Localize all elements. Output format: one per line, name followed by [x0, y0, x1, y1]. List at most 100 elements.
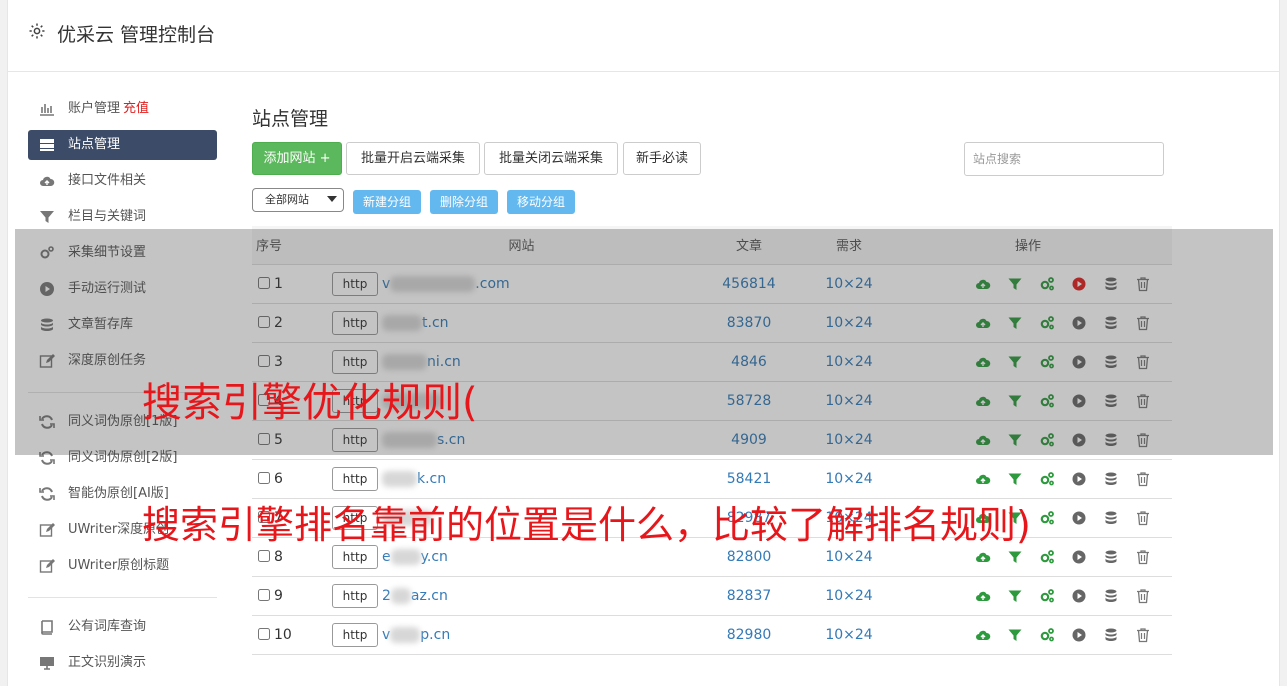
play-circle-icon[interactable] [1071, 549, 1087, 565]
cloud-upload-icon[interactable] [975, 471, 991, 487]
ops-cell [919, 576, 1172, 616]
sidebar-item-label: UWriter原创标题 [68, 558, 170, 573]
chevron-down-icon [327, 196, 337, 202]
row-number-cell: 6 [252, 459, 324, 499]
trash-icon[interactable] [1135, 471, 1151, 487]
row-number: 10 [274, 626, 292, 643]
monitor-icon [38, 655, 56, 671]
ops-cell [919, 459, 1172, 499]
protocol-badge[interactable]: http [332, 622, 378, 647]
add-site-button[interactable]: 添加网站 + [252, 142, 342, 175]
article-count[interactable]: 58421 [719, 459, 779, 499]
site-prefix[interactable]: v [382, 627, 390, 643]
site-suffix[interactable]: k.cn [417, 471, 446, 487]
table-row: 9 http 2 az.cn 82837 10×24 [252, 576, 1172, 616]
cloud-upload-icon[interactable] [975, 588, 991, 604]
redacted-domain [390, 587, 411, 604]
filter-icon[interactable] [1007, 588, 1023, 604]
sidebar-item[interactable]: 站点管理 [28, 130, 217, 160]
site-suffix[interactable]: az.cn [411, 588, 448, 604]
refresh-icon [38, 486, 56, 502]
recharge-link[interactable]: 充值 [123, 101, 149, 116]
sidebar-item-label: 公有词库查询 [68, 619, 147, 634]
batch-close-cloud-button[interactable]: 批量关闭云端采集 [484, 142, 618, 175]
play-circle-icon[interactable] [1071, 510, 1087, 526]
sidebar-item[interactable]: 正文识别演示 [28, 648, 217, 684]
filter-icon[interactable] [1007, 627, 1023, 643]
row-number-cell: 9 [252, 576, 324, 616]
redacted-domain [382, 470, 417, 487]
protocol-badge[interactable]: http [332, 583, 378, 608]
row-number: 6 [274, 470, 283, 487]
demand-value[interactable]: 10×24 [779, 459, 919, 499]
beginner-guide-button[interactable]: 新手必读 [623, 142, 701, 175]
play-circle-icon[interactable] [1071, 588, 1087, 604]
row-checkbox[interactable] [258, 549, 270, 562]
trash-icon[interactable] [1135, 510, 1151, 526]
row-checkbox[interactable] [258, 471, 270, 484]
sidebar-divider [28, 597, 217, 598]
trash-icon[interactable] [1135, 549, 1151, 565]
demand-value[interactable]: 10×24 [779, 576, 919, 616]
trash-icon[interactable] [1135, 627, 1151, 643]
demand-value[interactable]: 10×24 [779, 615, 919, 655]
gears-icon[interactable] [1039, 549, 1055, 565]
filter-icon [38, 209, 56, 225]
sidebar-item[interactable]: 账户管理 充值 [28, 94, 217, 130]
row-number: 8 [274, 548, 283, 565]
filter-icon[interactable] [1007, 471, 1023, 487]
cloud-upload-icon[interactable] [975, 627, 991, 643]
group-select-value: 全部网站 [265, 193, 309, 206]
site-cell: http k.cn [324, 459, 719, 499]
move-group-button[interactable]: 移动分组 [507, 190, 575, 214]
play-circle-icon[interactable] [1071, 627, 1087, 643]
cloud-upload-icon [38, 173, 56, 189]
database-icon[interactable] [1103, 588, 1119, 604]
sidebar-item-label: 接口文件相关 [68, 173, 147, 188]
site-prefix[interactable]: e [382, 549, 391, 565]
batch-open-cloud-button[interactable]: 批量开启云端采集 [346, 142, 480, 175]
row-number-cell: 10 [252, 615, 324, 655]
sidebar-item-label: 站点管理 [68, 137, 121, 152]
sidebar-item-label: 栏目与关键词 [68, 209, 147, 224]
protocol-badge[interactable]: http [332, 466, 378, 491]
gears-icon[interactable] [1039, 510, 1055, 526]
edit-icon [38, 522, 56, 538]
cloud-upload-icon[interactable] [975, 549, 991, 565]
gears-icon[interactable] [1039, 627, 1055, 643]
sidebar-item[interactable]: UWriter原创标题 [28, 551, 217, 587]
caption-line-2: 搜索引擎排名靠前的位置是什么，比较了解排名规则) [142, 503, 1031, 547]
site-suffix[interactable]: p.cn [420, 627, 450, 643]
row-checkbox[interactable] [258, 627, 270, 640]
bar-chart-icon [38, 101, 56, 117]
gears-icon[interactable] [1039, 588, 1055, 604]
site-prefix[interactable]: 2 [382, 588, 391, 604]
table-row: 6 http k.cn 58421 10×24 [252, 459, 1172, 499]
group-select[interactable]: 全部网站 [252, 188, 344, 212]
article-count[interactable]: 82980 [719, 615, 779, 655]
play-circle-icon[interactable] [1071, 471, 1087, 487]
database-icon[interactable] [1103, 549, 1119, 565]
table-row: 10 http v p.cn 82980 10×24 [252, 615, 1172, 655]
database-icon[interactable] [1103, 627, 1119, 643]
new-group-button[interactable]: 新建分组 [353, 190, 421, 214]
site-suffix[interactable]: y.cn [421, 549, 448, 565]
gear-icon [28, 22, 46, 40]
book-icon [38, 619, 56, 635]
redacted-domain [390, 548, 421, 565]
database-icon[interactable] [1103, 510, 1119, 526]
app-title: 优采云 管理控制台 [57, 24, 216, 46]
filter-icon[interactable] [1007, 549, 1023, 565]
sidebar-item[interactable]: 公有词库查询 [28, 612, 217, 648]
edit-icon [38, 558, 56, 574]
database-icon[interactable] [1103, 471, 1119, 487]
sidebar-item[interactable]: 接口文件相关 [28, 166, 217, 202]
article-count[interactable]: 82837 [719, 576, 779, 616]
server-icon [38, 137, 56, 153]
site-search-input[interactable]: 站点搜索 [964, 142, 1164, 176]
gears-icon[interactable] [1039, 471, 1055, 487]
site-cell: http 2 az.cn [324, 576, 719, 616]
delete-group-button[interactable]: 删除分组 [430, 190, 498, 214]
trash-icon[interactable] [1135, 588, 1151, 604]
row-checkbox[interactable] [258, 588, 270, 601]
